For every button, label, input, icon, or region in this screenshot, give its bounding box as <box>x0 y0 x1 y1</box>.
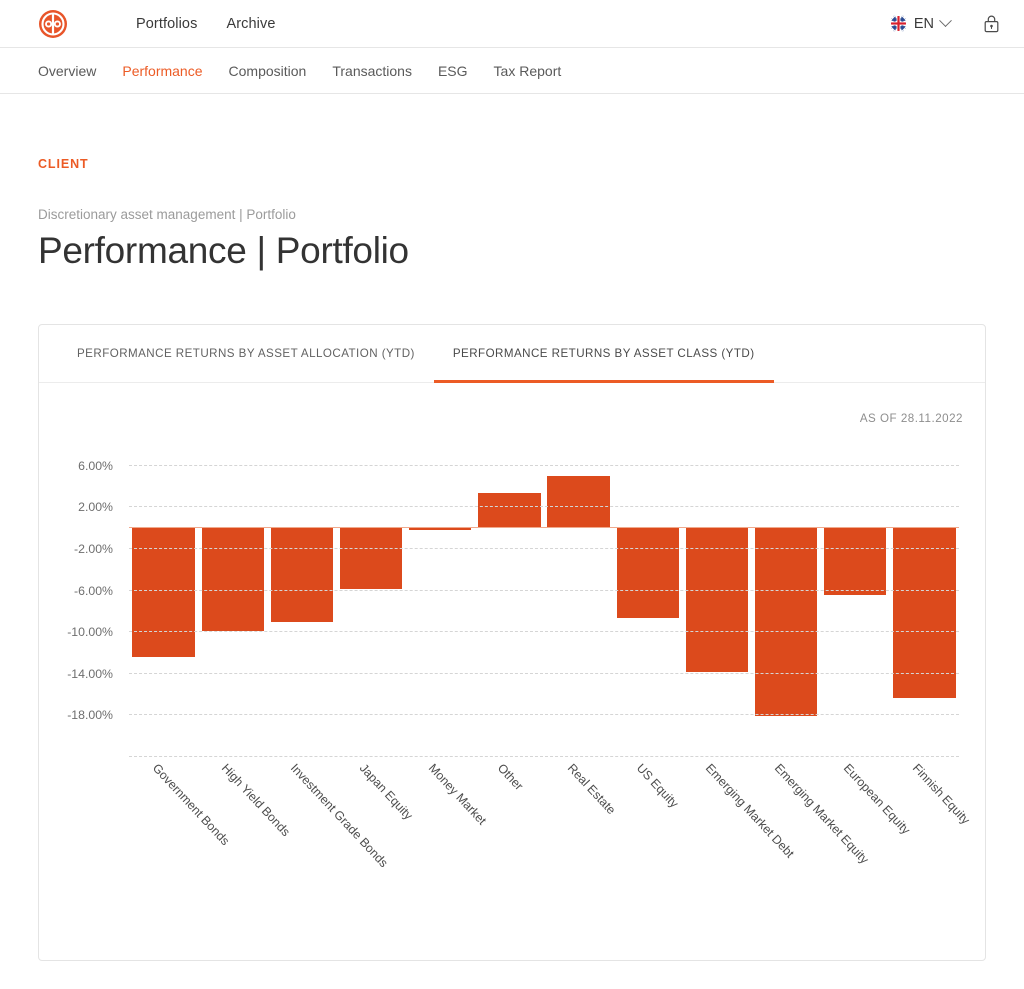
chart-bars <box>129 444 959 756</box>
y-axis-tick-label: -6.00% <box>74 583 113 598</box>
nav-item-portfolios[interactable]: Portfolios <box>136 16 197 32</box>
subnav-item-esg[interactable]: ESG <box>438 63 468 79</box>
zero-baseline <box>129 527 959 529</box>
x-axis-tick-label: Money Market <box>426 761 490 828</box>
as-of-date: AS OF 28.11.2022 <box>859 412 963 425</box>
gridline: -18.00% <box>67 708 959 722</box>
gridline: -14.00% <box>67 667 959 681</box>
x-axis-tick-label: High Yield Bonds <box>218 761 293 840</box>
chart-bar[interactable] <box>616 527 679 618</box>
gridline: -6.00% <box>74 584 959 598</box>
primary-nav: Portfolios Archive <box>136 16 276 32</box>
uk-flag-icon <box>889 15 907 32</box>
x-axis-tick-label: Finnish Equity <box>910 761 974 828</box>
client-label: CLIENT <box>38 157 89 171</box>
y-axis-tick-label: 6.00% <box>78 458 113 473</box>
top-header-bar: Portfolios Archive EN <box>0 0 1024 48</box>
page-body: CLIENT Discretionary asset management | … <box>0 157 1024 961</box>
gridline <box>129 756 959 757</box>
gridline: -2.00% <box>74 542 959 556</box>
chart-bar[interactable] <box>478 492 541 528</box>
subnav-item-performance[interactable]: Performance <box>122 63 202 79</box>
subnav-item-composition[interactable]: Composition <box>229 63 307 79</box>
x-axis-tick-label: Government Bonds <box>149 761 232 849</box>
lock-button[interactable] <box>983 14 1000 33</box>
y-axis-tick-label: -2.00% <box>74 542 113 556</box>
x-axis-tick-label: European Equity <box>841 761 914 838</box>
x-axis-tick-label: Real Estate <box>564 761 618 818</box>
chart-bar[interactable] <box>547 476 610 528</box>
bar-chart: AS OF 28.11.2022 6.00% 2.00% -2.00% -6.00% -… <box>39 383 985 961</box>
chart-x-axis-labels: Government Bonds High Yield Bonds Investme… <box>129 761 973 941</box>
page-title: Performance | Portfolio <box>38 230 409 271</box>
chart-bar[interactable] <box>339 527 403 589</box>
nav-item-archive[interactable]: Archive <box>226 16 275 32</box>
chart-bar[interactable] <box>824 527 887 595</box>
y-axis-tick-label: -18.00% <box>67 708 113 723</box>
secondary-nav: Overview Performance Composition Transac… <box>0 48 1024 94</box>
y-axis-tick-label: -14.00% <box>67 666 113 681</box>
gridline: 6.00% <box>78 459 959 473</box>
x-axis-tick-label: US Equity <box>633 761 682 811</box>
chart-plot-area: 6.00% 2.00% -2.00% -6.00% -10.00% -14.00% -18.… <box>67 444 959 757</box>
tab-asset-allocation[interactable]: PERFORMANCE RETURNS BY ASSET ALLOCATION … <box>58 326 434 383</box>
tab-asset-class[interactable]: PERFORMANCE RETURNS BY ASSET CLASS (YTD) <box>433 326 774 383</box>
chart-bar[interactable] <box>132 527 195 658</box>
subnav-item-overview[interactable]: Overview <box>38 63 96 79</box>
language-selector[interactable]: EN <box>889 14 952 32</box>
subnav-item-transactions[interactable]: Transactions <box>332 63 412 79</box>
chart-tab-bar: PERFORMANCE RETURNS BY ASSET ALLOCATION … <box>39 325 985 383</box>
header-right-controls: EN <box>889 0 1000 47</box>
chart-bar[interactable] <box>270 527 334 622</box>
lock-icon <box>984 15 999 33</box>
y-axis-tick-label: 2.00% <box>78 500 113 515</box>
chart-bar[interactable] <box>201 527 264 632</box>
chevron-down-icon[interactable] <box>939 14 952 28</box>
breadcrumb: Discretionary asset management | Portfol… <box>38 207 296 222</box>
x-axis-tick-label: Other <box>495 761 527 794</box>
x-axis-tick-label: Japan Equity <box>356 761 416 823</box>
y-axis-tick-label: -10.00% <box>67 625 113 640</box>
op-logo-icon[interactable] <box>38 9 68 39</box>
language-label: EN <box>913 15 934 32</box>
performance-chart-card: PERFORMANCE RETURNS BY ASSET ALLOCATION … <box>38 324 986 961</box>
chart-bar[interactable] <box>754 527 818 717</box>
gridline: 2.00% <box>78 500 959 514</box>
gridline: -10.00% <box>67 625 959 639</box>
subnav-item-tax-report[interactable]: Tax Report <box>494 63 562 79</box>
